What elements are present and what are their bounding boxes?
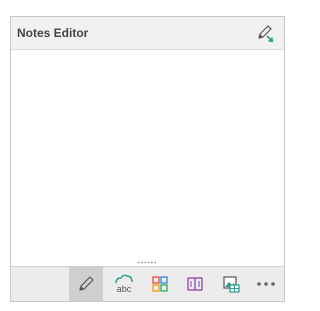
pen-edit-icon bbox=[258, 25, 274, 43]
color-grid-button[interactable] bbox=[143, 267, 177, 301]
notes-editor-panel: Notes Editor abc bbox=[10, 16, 285, 302]
more-dots-icon bbox=[257, 282, 275, 286]
panel-title: Notes Editor bbox=[17, 26, 89, 40]
panel-header: Notes Editor bbox=[11, 17, 284, 50]
notes-text-area[interactable] bbox=[11, 50, 284, 260]
pencil-tool-button[interactable] bbox=[69, 267, 103, 301]
cloud-abc-label: abc bbox=[117, 284, 132, 294]
spell-check-button[interactable]: abc bbox=[107, 267, 141, 301]
image-table-icon bbox=[223, 276, 240, 293]
cloud-abc-icon: abc bbox=[115, 274, 133, 294]
insert-image-button[interactable] bbox=[214, 267, 248, 301]
book-icon bbox=[187, 277, 203, 291]
grip-dots-icon bbox=[137, 261, 157, 264]
more-options-button[interactable] bbox=[249, 267, 283, 301]
color-grid-icon bbox=[152, 276, 168, 292]
notebook-button[interactable] bbox=[178, 267, 212, 301]
edit-notes-button[interactable] bbox=[254, 22, 276, 44]
resize-splitter[interactable] bbox=[11, 260, 284, 267]
pencil-icon bbox=[79, 276, 94, 291]
bottom-toolbar: abc bbox=[11, 267, 284, 301]
